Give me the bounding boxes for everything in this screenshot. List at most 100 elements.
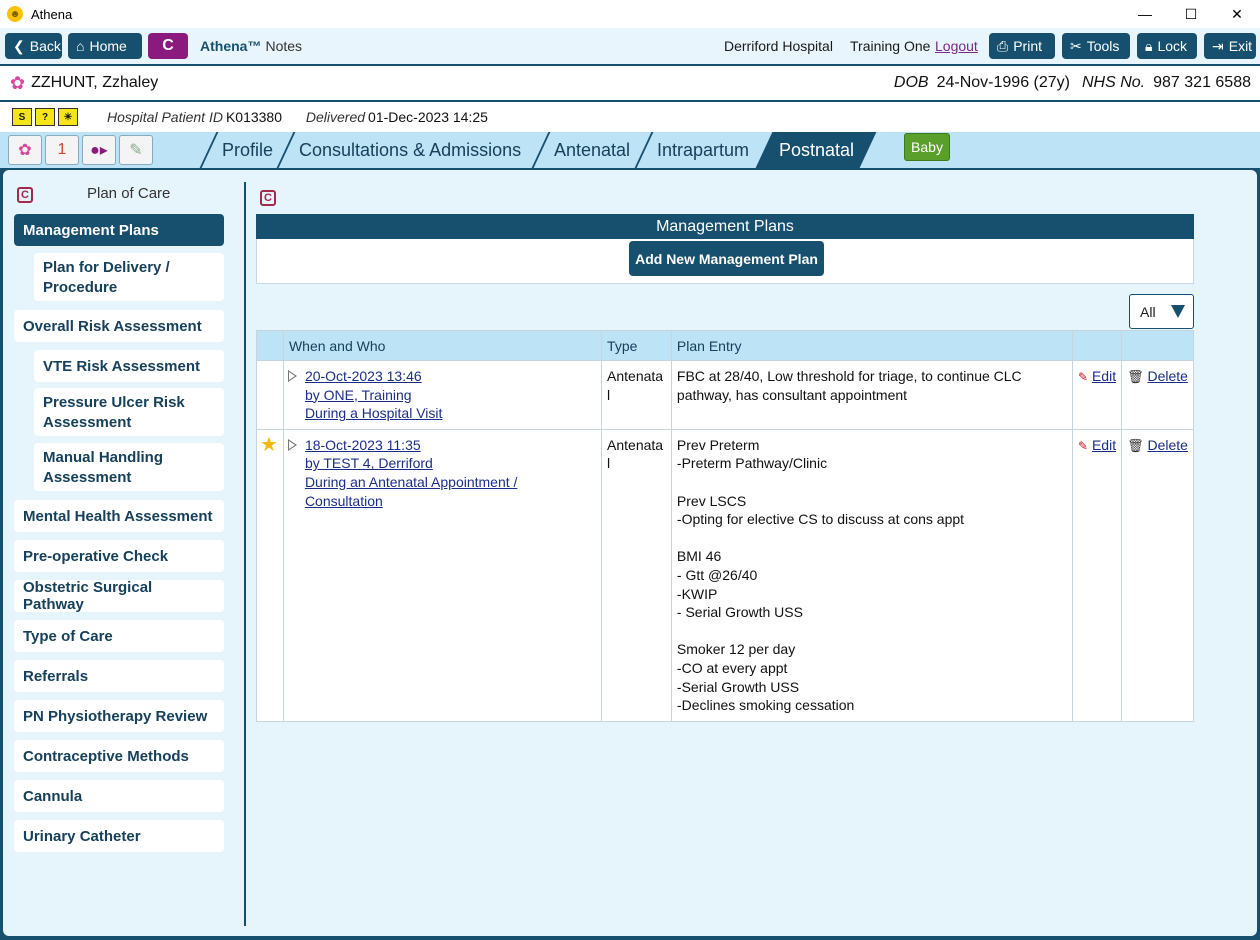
patient-dob: 24-Nov-1996 (27y) [936,74,1070,91]
hospital-name: Derriford Hospital [724,38,833,54]
sidebar-item-pressure-ulcer-risk[interactable]: Pressure Ulcer Risk Assessment [34,388,224,436]
panel-title: Management Plans [256,214,1194,239]
plan-entry-cell: FBC at 28/40, Low threshold for triage, … [670,360,1074,430]
sidebar-item-manual-handling[interactable]: Manual Handling Assessment [34,443,224,491]
tab-separator [276,132,296,168]
tab-intrapartum[interactable]: Intrapartum [657,132,749,168]
patient-info-bar: S ? ☀ Hospital Patient ID K013380 Deliver… [0,102,1260,132]
maximize-button[interactable]: ☐ [1168,0,1214,28]
window-titlebar: ☻ Athena — ☐ ✕ [0,0,1260,28]
trash-icon: 🗑︎ [1127,437,1144,453]
sidebar-item-cannula[interactable]: Cannula [14,780,224,812]
sidebar-item-overall-risk-assessment[interactable]: Overall Risk Assessment [14,310,224,342]
delete-link[interactable]: Delete [1148,437,1188,453]
printer-icon: ⎙ [997,37,1009,54]
plan-entry-cell: Prev Preterm -Preterm Pathway/Clinic Pre… [670,428,1074,722]
delivered-datetime: 01-Dec-2023 14:25 [368,109,488,125]
sidebar-item-pre-operative-check[interactable]: Pre-operative Check [14,540,224,572]
plan-context-link[interactable]: During a Hospital Visit [305,404,442,423]
sidebar-item-vte-risk-assessment[interactable]: VTE Risk Assessment [34,350,224,382]
tools-icon: ✂ [1070,37,1082,54]
patient-nhs-number: 987 321 6588 [1153,74,1251,91]
medication-icon[interactable]: 1 [45,135,79,165]
sidebar-item-obstetric-surgical-pathway[interactable]: Obstetric Surgical Pathway [14,579,224,613]
edit-cell: ✎ Edit [1072,360,1123,430]
sidebar-item-plan-for-delivery[interactable]: Plan for Delivery / Procedure [34,253,224,301]
column-header-delete [1121,330,1194,361]
minimize-button[interactable]: — [1122,0,1168,28]
person-arrow-icon[interactable]: ●▸ [82,135,116,165]
c-icon[interactable]: C [17,187,33,203]
edit-link[interactable]: Edit [1092,368,1116,384]
chevron-left-icon: ❮ [13,37,25,54]
type-cell: Antenata l [601,428,672,722]
pencil-icon: ✎ [1078,370,1089,384]
filter-select[interactable]: All [1129,294,1194,329]
column-header-plan-entry: Plan Entry [670,330,1074,361]
sidebar-header: C Plan of Care [17,185,227,203]
hospital-patient-id: K013380 [225,109,283,125]
sidebar-item-mental-health[interactable]: Mental Health Assessment [14,500,224,532]
when-who-cell: 20-Oct-2023 13:46 by ONE, Training Durin… [282,360,603,430]
plan-date-link[interactable]: 18-Oct-2023 11:35 [305,436,596,455]
type-cell: Antenata l [601,360,672,430]
sidebar-divider [244,182,246,926]
back-button[interactable]: ❮ Back [5,33,62,59]
flower-icon: ✿ [10,72,26,93]
tab-separator [634,132,654,168]
exit-icon: ⇥ [1212,37,1224,54]
plan-author-link[interactable]: by ONE, Training [305,386,442,405]
trash-icon: 🗑︎ [1127,369,1144,384]
pencil-icon: ✎ [1078,438,1089,453]
sidebar-item-referrals[interactable]: Referrals [14,660,224,692]
sidebar-item-contraceptive-methods[interactable]: Contraceptive Methods [14,740,224,772]
baby-button[interactable]: Baby [904,133,950,161]
management-plans-table: When and Who Type Plan Entry 20-Oct-2023… [256,330,1194,722]
expand-icon[interactable] [287,438,297,451]
sun-icon[interactable]: ☀ [58,108,78,126]
c-button[interactable]: C [148,33,188,59]
dropdown-arrow-icon [1171,305,1185,318]
tab-postnatal[interactable]: Postnatal [779,132,854,168]
sidebar-item-management-plans[interactable]: Management Plans [14,214,224,246]
home-button[interactable]: ⌂ Home [68,33,142,59]
close-window-button[interactable]: ✕ [1214,0,1260,28]
column-header-type: Type [601,330,672,361]
notepad-icon[interactable]: ✎ [119,135,153,165]
print-button[interactable]: ⎙ Print [989,33,1055,59]
tab-consultations-admissions[interactable]: Consultations & Admissions [299,132,521,168]
patient-demographics: DOB 24-Nov-1996 (27y) NHS No. 987 321 6588 [893,74,1251,91]
table-header-row: When and Who Type Plan Entry [256,330,1194,361]
exit-button[interactable]: ⇥ Exit [1204,33,1256,59]
delete-cell: 🗑︎ Delete [1121,428,1194,722]
plan-author-link[interactable]: by TEST 4, Derriford [305,454,596,473]
column-header-when-who: When and Who [282,330,603,361]
sidebar-title: Plan of Care [87,185,171,202]
table-row: ★ 18-Oct-2023 11:35 by TEST 4, Derriford… [256,428,1194,722]
expand-icon[interactable] [287,370,297,382]
c-icon[interactable]: C [260,190,276,206]
row-marker-cell [256,360,284,430]
column-header-marker [256,330,284,361]
edit-link[interactable]: Edit [1092,437,1116,453]
help-icon[interactable]: ? [35,108,55,126]
tab-antenatal[interactable]: Antenatal [554,132,630,168]
tab-bar: ✿ 1 ●▸ ✎ Profile Consultations & Admissi… [0,132,1260,168]
plan-date-link[interactable]: 20-Oct-2023 13:46 [305,367,442,386]
delete-link[interactable]: Delete [1148,368,1188,384]
patient-name: ZZHUNT, Zzhaley [31,74,159,91]
sidebar-item-pn-physiotherapy-review[interactable]: PN Physiotherapy Review [14,700,224,732]
add-management-plan-button[interactable]: Add New Management Plan [629,241,824,276]
home-icon: ⌂ [76,38,85,54]
tools-button[interactable]: ✂ Tools [1062,33,1130,59]
lock-button[interactable]: 🔒︎ Lock [1137,33,1197,59]
sidebar-item-urinary-catheter[interactable]: Urinary Catheter [14,820,224,852]
tab-profile[interactable]: Profile [222,132,273,168]
alert-s-icon[interactable]: S [12,108,32,126]
sidebar-item-type-of-care[interactable]: Type of Care [14,620,224,652]
app-brand: Athena™ Notes [200,38,303,54]
flower-tool-icon[interactable]: ✿ [8,135,42,165]
star-icon[interactable]: ★ [260,434,278,456]
logout-link[interactable]: Logout [935,38,978,54]
plan-context-link[interactable]: During an Antenatal Appointment / Consul… [305,473,596,510]
